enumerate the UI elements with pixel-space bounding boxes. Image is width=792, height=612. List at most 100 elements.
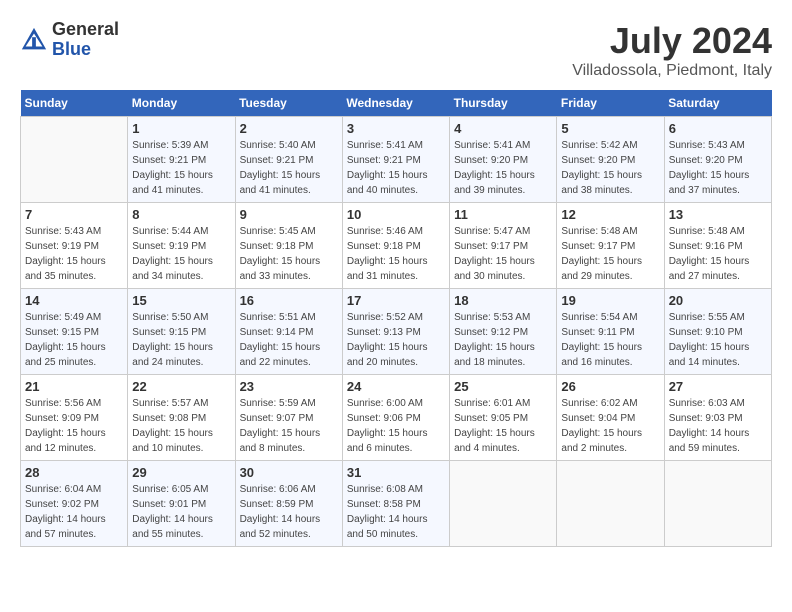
day-info: Sunrise: 5:43 AMSunset: 9:19 PMDaylight:…	[25, 224, 123, 284]
day-number: 5	[561, 121, 659, 136]
calendar-cell: 26 Sunrise: 6:02 AMSunset: 9:04 PMDayligh…	[557, 375, 664, 461]
calendar-cell	[664, 461, 771, 547]
day-number: 4	[454, 121, 552, 136]
calendar-cell: 29 Sunrise: 6:05 AMSunset: 9:01 PMDayligh…	[128, 461, 235, 547]
calendar-week-5: 28 Sunrise: 6:04 AMSunset: 9:02 PMDayligh…	[21, 461, 772, 547]
day-number: 12	[561, 207, 659, 222]
calendar-cell: 15 Sunrise: 5:50 AMSunset: 9:15 PMDayligh…	[128, 289, 235, 375]
day-number: 7	[25, 207, 123, 222]
logo-text: General Blue	[52, 20, 119, 60]
day-info: Sunrise: 5:49 AMSunset: 9:15 PMDaylight:…	[25, 310, 123, 370]
calendar-cell: 11Sunrise: 5:47 AMSunset: 9:17 PMDayligh…	[450, 203, 557, 289]
calendar-cell: 28 Sunrise: 6:04 AMSunset: 9:02 PMDayligh…	[21, 461, 128, 547]
day-number: 20	[669, 293, 767, 308]
day-number: 9	[240, 207, 338, 222]
day-number: 6	[669, 121, 767, 136]
day-header-friday: Friday	[557, 90, 664, 117]
day-number: 27	[669, 379, 767, 394]
day-number: 17	[347, 293, 445, 308]
day-info: Sunrise: 6:04 AMSunset: 9:02 PMDaylight:…	[25, 482, 123, 542]
calendar-cell: 7 Sunrise: 5:43 AMSunset: 9:19 PMDaylight…	[21, 203, 128, 289]
calendar-cell: 31 Sunrise: 6:08 AMSunset: 8:58 PMDayligh…	[342, 461, 449, 547]
day-info: Sunrise: 5:54 AMSunset: 9:11 PMDaylight:…	[561, 310, 659, 370]
calendar-cell: 2Sunrise: 5:40 AMSunset: 9:21 PMDaylight…	[235, 117, 342, 203]
day-info: Sunrise: 5:59 AMSunset: 9:07 PMDaylight:…	[240, 396, 338, 456]
calendar-cell: 20 Sunrise: 5:55 AMSunset: 9:10 PMDayligh…	[664, 289, 771, 375]
day-header-wednesday: Wednesday	[342, 90, 449, 117]
calendar-cell: 21Sunrise: 5:56 AMSunset: 9:09 PMDayligh…	[21, 375, 128, 461]
calendar-cell: 19 Sunrise: 5:54 AMSunset: 9:11 PMDayligh…	[557, 289, 664, 375]
day-number: 18	[454, 293, 552, 308]
day-number: 21	[25, 379, 123, 394]
day-number: 30	[240, 465, 338, 480]
day-info: Sunrise: 5:53 AMSunset: 9:12 PMDaylight:…	[454, 310, 552, 370]
day-number: 29	[132, 465, 230, 480]
calendar-cell: 3Sunrise: 5:41 AMSunset: 9:21 PMDaylight…	[342, 117, 449, 203]
day-number: 31	[347, 465, 445, 480]
calendar-cell: 22 Sunrise: 5:57 AMSunset: 9:08 PMDayligh…	[128, 375, 235, 461]
day-header-monday: Monday	[128, 90, 235, 117]
day-info: Sunrise: 5:40 AMSunset: 9:21 PMDaylight:…	[240, 138, 338, 198]
calendar-table: SundayMondayTuesdayWednesdayThursdayFrid…	[20, 90, 772, 547]
day-info: Sunrise: 5:52 AMSunset: 9:13 PMDaylight:…	[347, 310, 445, 370]
calendar-week-3: 14Sunrise: 5:49 AMSunset: 9:15 PMDayligh…	[21, 289, 772, 375]
location: Villadossola, Piedmont, Italy	[572, 62, 772, 80]
day-info: Sunrise: 6:02 AMSunset: 9:04 PMDaylight:…	[561, 396, 659, 456]
logo-blue: Blue	[52, 40, 119, 60]
day-info: Sunrise: 6:08 AMSunset: 8:58 PMDaylight:…	[347, 482, 445, 542]
day-header-sunday: Sunday	[21, 90, 128, 117]
day-info: Sunrise: 5:48 AMSunset: 9:16 PMDaylight:…	[669, 224, 767, 284]
day-number: 1	[132, 121, 230, 136]
calendar-cell: 27Sunrise: 6:03 AMSunset: 9:03 PMDayligh…	[664, 375, 771, 461]
day-number: 11	[454, 207, 552, 222]
day-number: 26	[561, 379, 659, 394]
calendar-cell: 9Sunrise: 5:45 AMSunset: 9:18 PMDaylight…	[235, 203, 342, 289]
day-info: Sunrise: 6:00 AMSunset: 9:06 PMDaylight:…	[347, 396, 445, 456]
day-info: Sunrise: 5:39 AMSunset: 9:21 PMDaylight:…	[132, 138, 230, 198]
calendar-cell: 6 Sunrise: 5:43 AMSunset: 9:20 PMDaylight…	[664, 117, 771, 203]
calendar-cell: 30Sunrise: 6:06 AMSunset: 8:59 PMDayligh…	[235, 461, 342, 547]
header-row: SundayMondayTuesdayWednesdayThursdayFrid…	[21, 90, 772, 117]
day-number: 19	[561, 293, 659, 308]
day-number: 25	[454, 379, 552, 394]
day-number: 15	[132, 293, 230, 308]
day-info: Sunrise: 5:57 AMSunset: 9:08 PMDaylight:…	[132, 396, 230, 456]
calendar-week-2: 7 Sunrise: 5:43 AMSunset: 9:19 PMDaylight…	[21, 203, 772, 289]
calendar-cell	[450, 461, 557, 547]
calendar-cell: 24 Sunrise: 6:00 AMSunset: 9:06 PMDayligh…	[342, 375, 449, 461]
day-header-tuesday: Tuesday	[235, 90, 342, 117]
day-number: 22	[132, 379, 230, 394]
calendar-cell: 16Sunrise: 5:51 AMSunset: 9:14 PMDayligh…	[235, 289, 342, 375]
calendar-cell: 5 Sunrise: 5:42 AMSunset: 9:20 PMDaylight…	[557, 117, 664, 203]
day-info: Sunrise: 5:44 AMSunset: 9:19 PMDaylight:…	[132, 224, 230, 284]
day-number: 3	[347, 121, 445, 136]
calendar-cell: 18 Sunrise: 5:53 AMSunset: 9:12 PMDayligh…	[450, 289, 557, 375]
day-header-thursday: Thursday	[450, 90, 557, 117]
calendar-cell: 13 Sunrise: 5:48 AMSunset: 9:16 PMDayligh…	[664, 203, 771, 289]
day-info: Sunrise: 5:42 AMSunset: 9:20 PMDaylight:…	[561, 138, 659, 198]
day-info: Sunrise: 5:50 AMSunset: 9:15 PMDaylight:…	[132, 310, 230, 370]
day-number: 23	[240, 379, 338, 394]
title-block: July 2024 Villadossola, Piedmont, Italy	[572, 20, 772, 80]
day-number: 28	[25, 465, 123, 480]
calendar-cell: 14Sunrise: 5:49 AMSunset: 9:15 PMDayligh…	[21, 289, 128, 375]
calendar-cell: 4Sunrise: 5:41 AMSunset: 9:20 PMDaylight…	[450, 117, 557, 203]
calendar-week-4: 21Sunrise: 5:56 AMSunset: 9:09 PMDayligh…	[21, 375, 772, 461]
calendar-cell: 12 Sunrise: 5:48 AMSunset: 9:17 PMDayligh…	[557, 203, 664, 289]
day-info: Sunrise: 5:43 AMSunset: 9:20 PMDaylight:…	[669, 138, 767, 198]
day-info: Sunrise: 5:51 AMSunset: 9:14 PMDaylight:…	[240, 310, 338, 370]
logo-general: General	[52, 20, 119, 40]
day-info: Sunrise: 6:01 AMSunset: 9:05 PMDaylight:…	[454, 396, 552, 456]
day-info: Sunrise: 6:05 AMSunset: 9:01 PMDaylight:…	[132, 482, 230, 542]
day-number: 24	[347, 379, 445, 394]
logo: General Blue	[20, 20, 119, 60]
day-number: 8	[132, 207, 230, 222]
day-info: Sunrise: 5:46 AMSunset: 9:18 PMDaylight:…	[347, 224, 445, 284]
day-number: 13	[669, 207, 767, 222]
day-info: Sunrise: 5:48 AMSunset: 9:17 PMDaylight:…	[561, 224, 659, 284]
day-info: Sunrise: 5:55 AMSunset: 9:10 PMDaylight:…	[669, 310, 767, 370]
calendar-cell	[21, 117, 128, 203]
calendar-cell: 23 Sunrise: 5:59 AMSunset: 9:07 PMDayligh…	[235, 375, 342, 461]
logo-icon	[20, 26, 48, 54]
calendar-week-1: 1 Sunrise: 5:39 AMSunset: 9:21 PMDaylight…	[21, 117, 772, 203]
